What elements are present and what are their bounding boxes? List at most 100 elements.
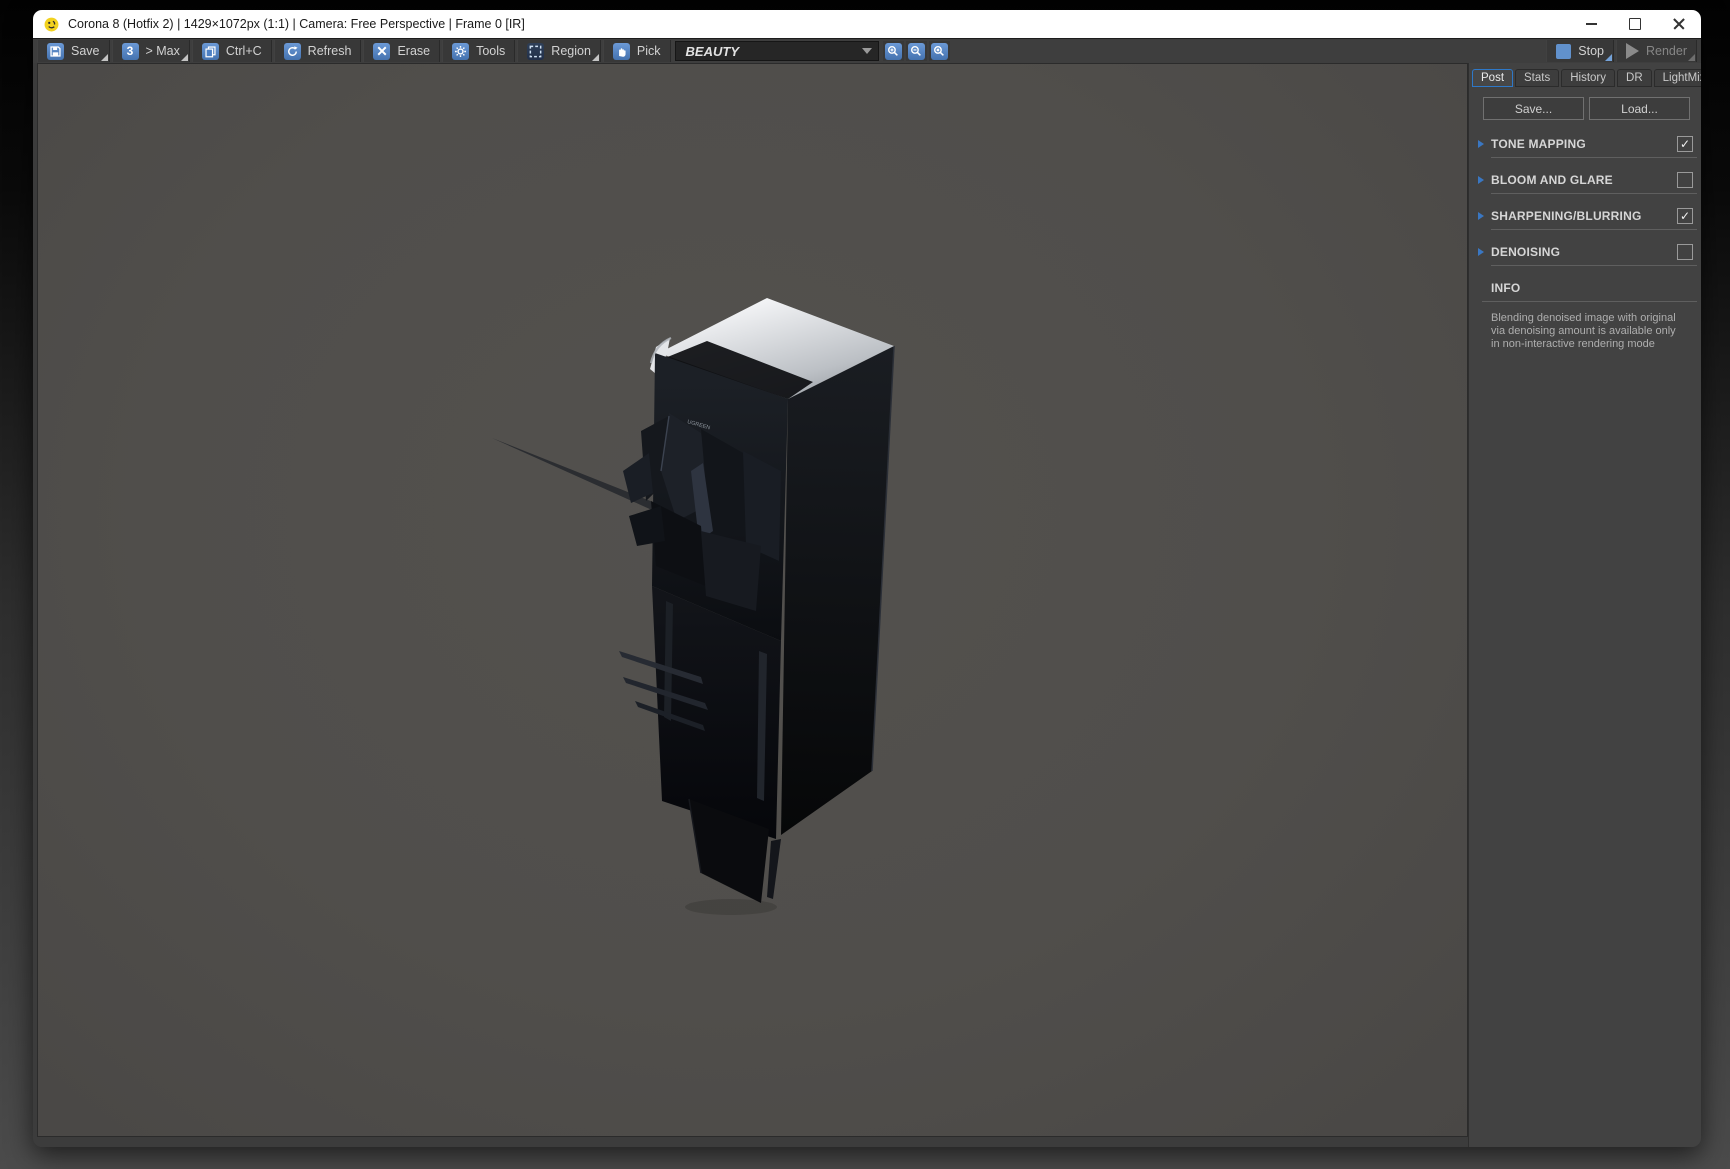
save-config-button[interactable]: Save... <box>1483 97 1584 120</box>
tools-button[interactable]: Tools <box>442 40 516 62</box>
section-bloom-and-glare: BLOOM AND GLARE <box>1469 171 1701 194</box>
render-element-value: BEAUTY <box>685 43 739 59</box>
tools-label: Tools <box>476 44 506 58</box>
section-header[interactable]: SHARPENING/BLURRING ✓ <box>1469 207 1701 224</box>
object-leg <box>767 839 781 899</box>
denoising-checkbox[interactable] <box>1677 244 1693 260</box>
region-dropdown-corner <box>591 54 599 61</box>
render-play-icon <box>1626 43 1639 59</box>
render-viewport[interactable]: UGREEN <box>37 63 1468 1137</box>
divider <box>1491 193 1697 194</box>
expander-arrow-icon[interactable] <box>1478 247 1484 256</box>
expander-arrow-icon[interactable] <box>1478 211 1484 220</box>
zoom-reset-button[interactable] <box>928 41 950 61</box>
chevron-down-icon <box>861 48 872 54</box>
hand-icon <box>612 42 630 60</box>
divider <box>1491 229 1697 230</box>
bloom-glare-checkbox[interactable] <box>1677 172 1693 188</box>
maximize-icon <box>1629 18 1641 30</box>
zoom-in-icon <box>884 42 902 60</box>
tab-stats[interactable]: Stats <box>1515 69 1560 87</box>
section-label: SHARPENING/BLURRING <box>1491 208 1642 223</box>
section-sharpening-blurring: SHARPENING/BLURRING ✓ <box>1469 207 1701 230</box>
corona-vfb-window: Corona 8 (Hotfix 2) | 1429×1072px (1:1) … <box>33 10 1701 1147</box>
stop-dropdown-corner <box>1605 54 1612 61</box>
zoom-in-button[interactable] <box>882 41 904 61</box>
minimize-button[interactable] <box>1569 10 1613 38</box>
section-header[interactable]: BLOOM AND GLARE <box>1469 171 1701 188</box>
divider <box>1482 301 1697 302</box>
save-icon <box>47 42 64 60</box>
window-content: UGREEN Post Stats History DR LightMi Sav… <box>33 63 1701 1147</box>
rendered-image: UGREEN <box>492 298 895 915</box>
region-label: Region <box>551 44 591 58</box>
save-dropdown-corner <box>100 54 108 61</box>
load-config-button[interactable]: Load... <box>1589 97 1690 120</box>
section-label: TONE MAPPING <box>1491 136 1586 151</box>
slot-3-icon: 3 <box>121 42 139 60</box>
render-element-dropdown[interactable]: BEAUTY <box>674 41 879 61</box>
minimize-icon <box>1585 23 1597 25</box>
divider <box>1491 265 1697 266</box>
info-text: Blending denoised image with original vi… <box>1491 312 1676 351</box>
zoom-reset-icon <box>930 42 948 60</box>
section-label: BLOOM AND GLARE <box>1491 172 1613 187</box>
tab-post[interactable]: Post <box>1472 69 1514 87</box>
zoom-out-icon <box>907 42 925 60</box>
erase-button[interactable]: Erase <box>363 40 441 62</box>
render-dropdown-corner <box>1688 54 1695 61</box>
rendered-object: UGREEN <box>492 298 895 915</box>
save-button[interactable]: Save <box>37 40 110 62</box>
maximize-button[interactable] <box>1613 10 1657 38</box>
region-button[interactable]: Region <box>517 40 601 62</box>
render-button[interactable]: Render <box>1616 40 1697 62</box>
toolbar: Save 3 > Max Ctrl+C Refresh Erase Tools … <box>33 38 1701 63</box>
copy-button[interactable]: Ctrl+C <box>191 40 272 62</box>
stop-icon <box>1556 43 1572 59</box>
pick-label: Pick <box>636 44 661 58</box>
section-header[interactable]: TONE MAPPING ✓ <box>1469 135 1701 152</box>
close-icon <box>1673 18 1685 30</box>
window-controls <box>1569 10 1701 38</box>
zoom-out-button[interactable] <box>905 41 927 61</box>
sharpening-checkbox[interactable]: ✓ <box>1677 208 1693 224</box>
info-label: INFO <box>1491 280 1521 295</box>
section-info: INFO Blending denoised image with origin… <box>1469 279 1701 352</box>
copy-label: Ctrl+C <box>225 44 262 58</box>
tab-lightmix[interactable]: LightMix <box>1653 69 1701 87</box>
refresh-button[interactable]: Refresh <box>273 40 362 62</box>
titlebar[interactable]: Corona 8 (Hotfix 2) | 1429×1072px (1:1) … <box>33 10 1701 38</box>
max-button[interactable]: 3 > Max <box>111 40 190 62</box>
copy-icon <box>201 42 219 60</box>
corona-logo-icon <box>44 17 59 31</box>
panel-buttons: Save... Load... <box>1483 97 1690 120</box>
close-button[interactable] <box>1657 10 1701 38</box>
section-denoising: DENOISING <box>1469 243 1701 266</box>
tab-history[interactable]: History <box>1561 69 1616 87</box>
desktop-backdrop: Corona 8 (Hotfix 2) | 1429×1072px (1:1) … <box>0 0 1730 1169</box>
post-processing-panel: Post Stats History DR LightMix Save... L… <box>1468 63 1701 1147</box>
tone-mapping-checkbox[interactable]: ✓ <box>1677 136 1693 152</box>
refresh-label: Refresh <box>307 44 352 58</box>
object-right-face <box>781 346 894 835</box>
section-label: DENOISING <box>1491 244 1561 259</box>
max-label: > Max <box>145 44 180 58</box>
expander-arrow-icon[interactable] <box>1478 139 1484 148</box>
erase-label: Erase <box>397 44 431 58</box>
gear-icon <box>452 42 470 60</box>
section-header[interactable]: DENOISING <box>1469 243 1701 260</box>
panel-tabs: Post Stats History DR LightMix <box>1472 69 1701 87</box>
panel-sections: TONE MAPPING ✓ BLOOM AND GLARE SHARPENIN… <box>1469 135 1701 365</box>
stop-button[interactable]: Stop <box>1546 40 1614 62</box>
tab-dr[interactable]: DR <box>1617 69 1652 87</box>
expander-arrow-icon[interactable] <box>1478 175 1484 184</box>
stop-label: Stop <box>1578 44 1604 58</box>
max-dropdown-corner <box>180 54 188 61</box>
pick-button[interactable]: Pick <box>602 40 671 62</box>
window-title: Corona 8 (Hotfix 2) | 1429×1072px (1:1) … <box>68 17 525 31</box>
render-label: Render <box>1646 44 1687 58</box>
save-label: Save <box>71 44 100 58</box>
refresh-icon <box>283 42 301 60</box>
region-icon <box>527 42 545 60</box>
